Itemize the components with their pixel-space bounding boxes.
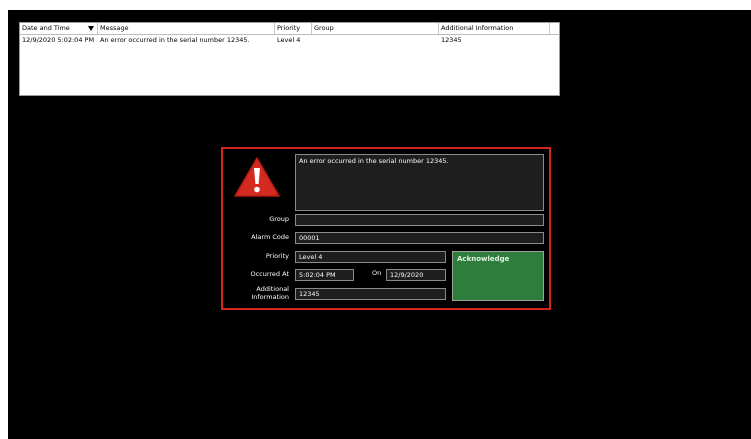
cell-group	[312, 35, 439, 45]
on-label: On	[372, 269, 382, 277]
occurred-time-field: 5:02:04 PM	[295, 269, 354, 281]
additional-info-label-line2: Information	[251, 293, 289, 301]
table-header: Date and Time Message Priority Group Add…	[20, 23, 559, 35]
column-header-message[interactable]: Message	[98, 23, 275, 34]
cell-additional-info: 12345	[441, 36, 462, 44]
cell-priority: Level 4	[277, 36, 301, 44]
priority-field: Level 4	[295, 251, 446, 263]
occurred-date-field: 12/9/2020	[386, 269, 446, 281]
alarm-detail-panel: An error occurred in the serial number 1…	[221, 147, 551, 310]
column-header-label: Additional Information	[441, 24, 514, 32]
warning-triangle-icon	[234, 157, 280, 197]
alarm-list-table[interactable]: Date and Time Message Priority Group Add…	[19, 22, 560, 96]
additional-info-label-line1: Additional	[256, 285, 289, 293]
column-header-date-time[interactable]: Date and Time	[20, 23, 98, 34]
column-header-additional-info[interactable]: Additional Information	[439, 23, 550, 34]
acknowledge-button[interactable]: Acknowledge	[452, 251, 544, 301]
column-header-label: Message	[100, 24, 129, 32]
column-header-label: Group	[314, 24, 334, 32]
group-label: Group	[269, 215, 289, 223]
column-header-group[interactable]: Group	[312, 23, 439, 34]
additional-info-field: 12345	[295, 288, 446, 300]
group-field	[295, 214, 544, 226]
cell-message: An error occurred in the serial number 1…	[100, 36, 250, 44]
occurred-at-label: Occurred At	[250, 270, 289, 278]
hmi-screen: Date and Time Message Priority Group Add…	[8, 10, 751, 439]
cell-date-time: 12/9/2020 5:02:04 PM	[22, 36, 95, 44]
alarm-code-field: 00001	[295, 232, 544, 244]
column-header-label: Priority	[277, 24, 301, 32]
alarm-code-label: Alarm Code	[251, 233, 289, 241]
column-header-priority[interactable]: Priority	[275, 23, 312, 34]
alarm-message-box: An error occurred in the serial number 1…	[295, 154, 544, 211]
additional-info-label: Additional Information	[223, 285, 289, 301]
priority-label: Priority	[265, 252, 289, 260]
column-header-label: Date and Time	[22, 24, 70, 32]
sort-descending-icon[interactable]	[88, 26, 94, 31]
table-row[interactable]: 12/9/2020 5:02:04 PM An error occurred i…	[20, 35, 559, 45]
